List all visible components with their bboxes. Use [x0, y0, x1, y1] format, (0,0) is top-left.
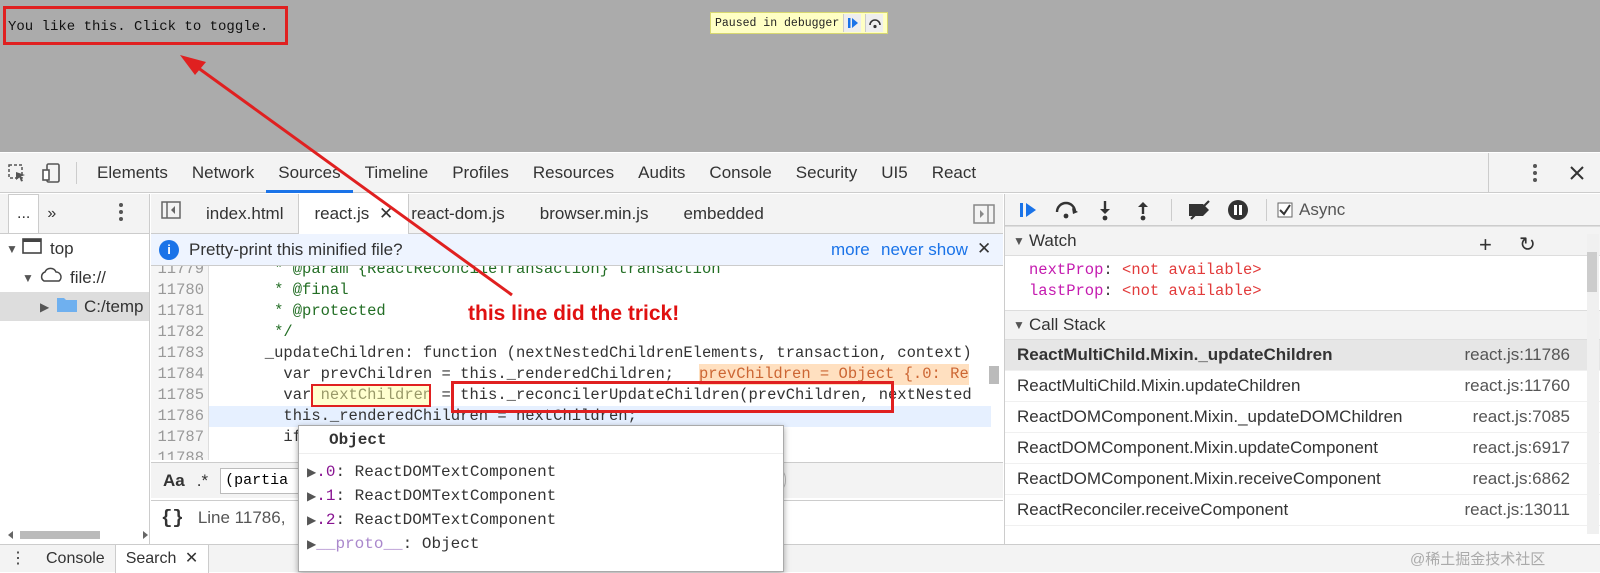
annotation-arrow [180, 55, 513, 297]
annotation-text: this line did the trick! [468, 302, 680, 325]
